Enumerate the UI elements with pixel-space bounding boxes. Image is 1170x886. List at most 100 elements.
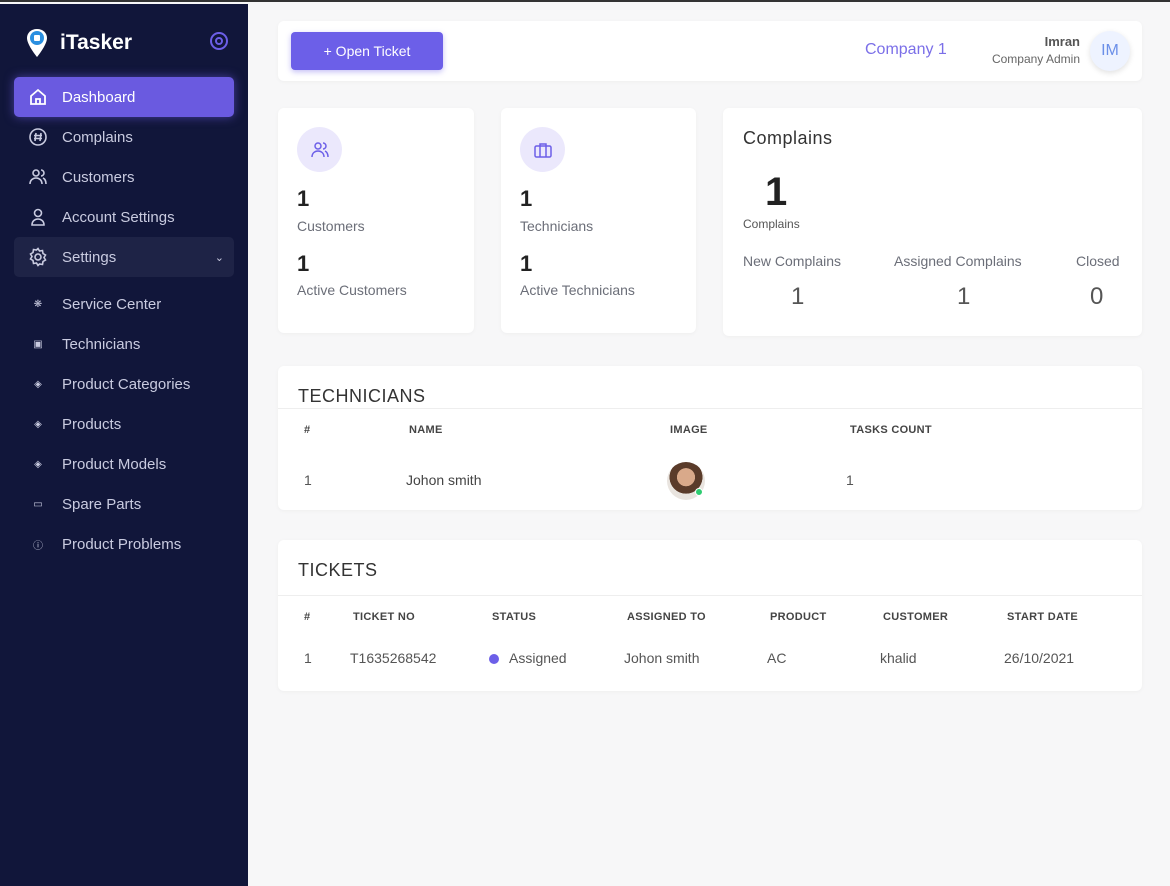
customers-stat-card: 1 Customers 1 Active Customers xyxy=(278,108,474,333)
sidebar-toggle-icon[interactable] xyxy=(210,32,228,50)
avatar[interactable]: IM xyxy=(1090,31,1130,71)
technicians-section-title: TECHNICIANS xyxy=(298,386,426,406)
sidebar-item-label: Technicians xyxy=(62,336,141,353)
complains-card: Complains 1 Complains New Complains 1 As… xyxy=(723,108,1142,336)
column-header: IMAGE xyxy=(670,424,708,436)
sidebar-subitem-product-categories[interactable]: ◈ Product Categories xyxy=(32,376,190,393)
complains-count-label: Complains xyxy=(743,217,800,231)
assigned-complains-count: 1 xyxy=(957,283,971,310)
alert-circle-icon: ⓘ xyxy=(33,541,43,552)
customers-label: Customers xyxy=(297,218,365,234)
sidebar-item-label: Products xyxy=(62,416,122,433)
ticket-number[interactable]: T1635268542 xyxy=(350,650,436,666)
divider xyxy=(278,408,1142,409)
column-header: NAME xyxy=(409,424,443,436)
sidebar-subitem-product-problems[interactable]: ⓘ Product Problems xyxy=(32,536,181,553)
technician-name: Johon smith xyxy=(406,472,482,488)
sidebar-item-customers[interactable]: Customers xyxy=(14,157,234,197)
row-number: 1 xyxy=(304,650,312,666)
briefcase-icon xyxy=(520,127,565,172)
technicians-count: 1 xyxy=(520,186,533,211)
assigned-complains-label: Assigned Complains xyxy=(894,253,1022,269)
start-date: 26/10/2021 xyxy=(1004,650,1075,666)
row-number: 1 xyxy=(304,472,312,488)
sidebar-item-label: Product Categories xyxy=(62,376,191,393)
status-badge: Assigned xyxy=(509,650,567,666)
home-icon xyxy=(30,88,46,105)
sidebar-item-settings[interactable]: Settings ⌄ xyxy=(14,237,234,277)
battery-icon: ▭ xyxy=(33,499,43,510)
customers-count: 1 xyxy=(297,186,310,211)
sidebar-item-label: Product Problems xyxy=(62,536,182,553)
box-icon: ◈ xyxy=(34,379,42,390)
active-technicians-label: Active Technicians xyxy=(520,282,635,298)
assigned-to: Johon smith xyxy=(624,650,700,666)
user-icon xyxy=(31,208,45,226)
customer: khalid xyxy=(880,650,917,666)
sidebar-item-label: Dashboard xyxy=(62,88,136,106)
sidebar-subitem-spare-parts[interactable]: ▭ Spare Parts xyxy=(32,496,141,513)
column-header: TICKET NO xyxy=(353,611,415,623)
sidebar-item-label: Account Settings xyxy=(62,208,175,226)
box-icon: ◈ xyxy=(34,419,42,430)
active-customers-count: 1 xyxy=(297,251,310,276)
sidebar-item-dashboard[interactable]: Dashboard xyxy=(14,77,234,117)
sidebar-item-account-settings[interactable]: Account Settings xyxy=(14,197,234,237)
column-header: PRODUCT xyxy=(770,611,827,623)
online-status-dot xyxy=(695,488,703,496)
active-technicians-count: 1 xyxy=(520,251,533,276)
technicians-stat-card: 1 Technicians 1 Active Technicians xyxy=(501,108,696,333)
complains-title: Complains xyxy=(743,128,833,148)
sidebar-subitem-technicians[interactable]: ▣ Technicians xyxy=(32,336,140,353)
sidebar-item-label: Service Center xyxy=(62,296,162,313)
sidebar-item-complains[interactable]: Complains xyxy=(14,117,234,157)
column-header: START DATE xyxy=(1007,611,1079,623)
divider xyxy=(278,595,1142,596)
closed-complains-label: Closed xyxy=(1076,253,1120,269)
box-icon: ◈ xyxy=(34,459,42,470)
column-header: # xyxy=(304,424,311,436)
sidebar-item-label: Spare Parts xyxy=(62,496,142,513)
closed-complains-count: 0 xyxy=(1090,283,1104,310)
active-customers-label: Active Customers xyxy=(297,282,407,298)
sidebar-subitem-service-center[interactable]: ❋ Service Center xyxy=(32,296,161,313)
app-name: iTasker xyxy=(60,31,132,54)
new-complains-label: New Complains xyxy=(743,253,842,269)
service-center-icon: ❋ xyxy=(33,299,43,310)
column-header: STATUS xyxy=(492,611,537,623)
complains-count: 1 xyxy=(765,170,788,214)
open-ticket-button[interactable]: + Open Ticket xyxy=(291,32,443,70)
sidebar-subitem-products[interactable]: ◈ Products xyxy=(32,416,121,433)
sidebar: iTasker Dashboard Complains Customers Ac… xyxy=(0,4,248,886)
hash-icon xyxy=(29,128,47,146)
tasks-count: 1 xyxy=(846,472,854,488)
briefcase-icon: ▣ xyxy=(33,339,43,350)
column-header: ASSIGNED TO xyxy=(627,611,706,623)
tickets-table-card: TICKETS # TICKET NO STATUS ASSIGNED TO P… xyxy=(278,540,1142,691)
technicians-label: Technicians xyxy=(520,218,594,234)
technician-avatar xyxy=(667,462,705,500)
user-name: Imran xyxy=(1044,34,1080,49)
column-header: CUSTOMER xyxy=(883,611,949,623)
new-complains-count: 1 xyxy=(791,283,805,310)
technicians-table-card: TECHNICIANS # NAME IMAGE TASKS COUNT 1 J… xyxy=(278,366,1142,510)
location-pin-icon xyxy=(27,29,47,57)
chevron-down-icon: ⌄ xyxy=(214,251,224,264)
gear-icon xyxy=(29,247,47,267)
user-role: Company Admin xyxy=(991,52,1080,66)
top-header: + Open Ticket Company 1 Imran Company Ad… xyxy=(278,21,1142,81)
sidebar-item-label: Complains xyxy=(62,128,133,146)
sidebar-item-label: Product Models xyxy=(62,456,167,473)
sidebar-subitem-product-models[interactable]: ◈ Product Models xyxy=(32,456,166,473)
tickets-section-title: TICKETS xyxy=(298,560,378,580)
column-header: TASKS COUNT xyxy=(850,424,932,436)
column-header: # xyxy=(304,611,311,623)
logo[interactable]: iTasker xyxy=(26,28,132,58)
users-icon xyxy=(29,169,47,185)
users-icon xyxy=(297,127,342,172)
sidebar-item-label: Settings xyxy=(62,248,117,266)
product: AC xyxy=(767,650,787,666)
status-dot xyxy=(489,654,499,664)
sidebar-item-label: Customers xyxy=(62,168,135,186)
company-name[interactable]: Company 1 xyxy=(865,41,947,59)
